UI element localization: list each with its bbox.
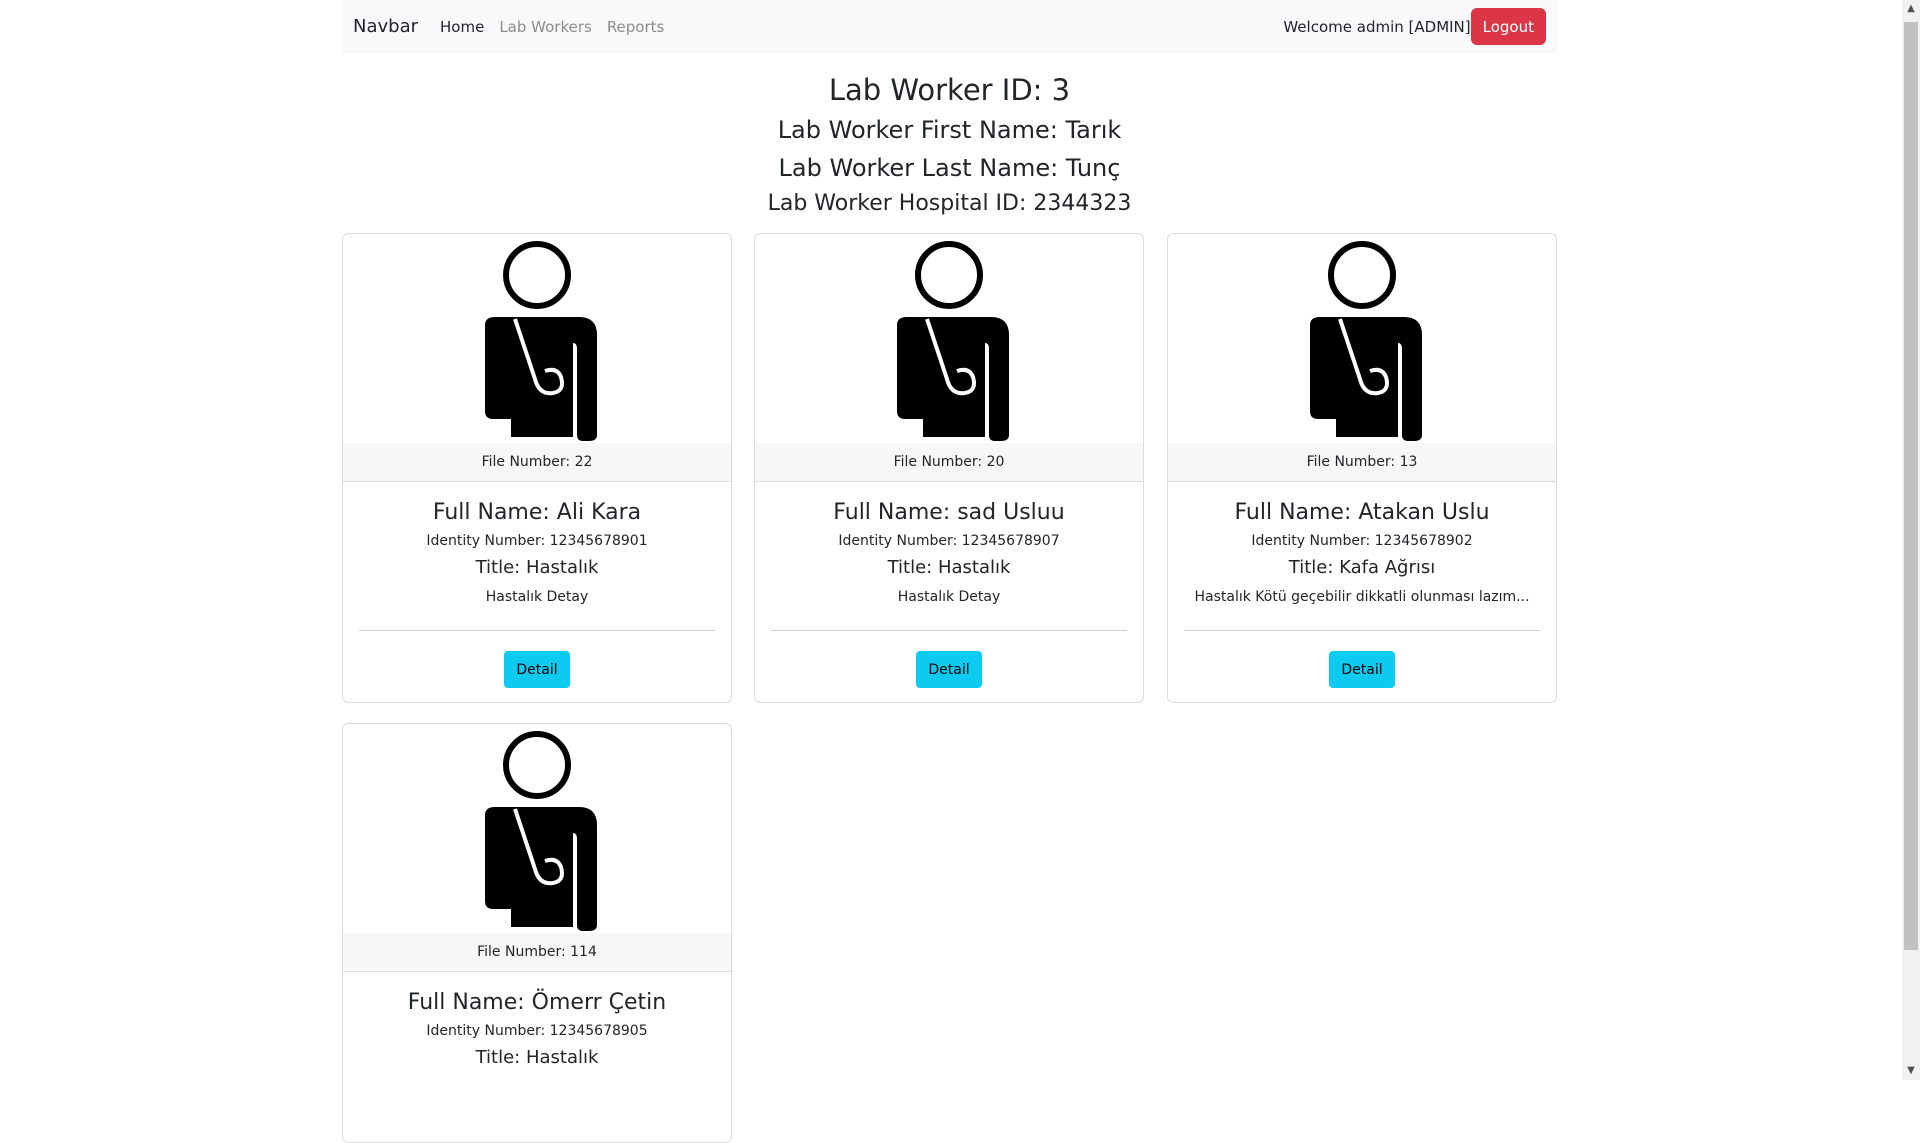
patient-title: Title: Hastalık — [475, 1047, 599, 1068]
page-container: Navbar Home Lab Workers Reports Welcome … — [342, 0, 1557, 1143]
card-body: Full Name: Ömerr Çetin Identity Number: … — [343, 972, 731, 1086]
card-divider — [771, 630, 1127, 631]
navbar: Navbar Home Lab Workers Reports Welcome … — [342, 0, 1557, 53]
logout-button[interactable]: Logout — [1470, 8, 1546, 45]
injured-person-icon — [897, 241, 1009, 441]
scroll-up-arrow-icon[interactable]: ▲ — [1902, 0, 1920, 18]
card-divider — [359, 630, 715, 631]
patient-full-name: Full Name: sad Usluu — [833, 500, 1065, 525]
patient-title: Title: Kafa Ağrısı — [1288, 557, 1436, 578]
lab-worker-id: Lab Worker ID: 3 — [828, 73, 1071, 107]
nav-link-home[interactable]: Home — [440, 18, 484, 36]
patient-full-name: Full Name: Ömerr Çetin — [407, 990, 667, 1015]
card-divider — [1184, 630, 1540, 631]
patient-full-name: Full Name: Ali Kara — [432, 500, 642, 525]
card-body: Full Name: Atakan Uslu Identity Number: … — [1168, 482, 1556, 702]
detail-button[interactable]: Detail — [504, 651, 570, 688]
patient-card: File Number: 20 Full Name: sad Usluu Ide… — [754, 233, 1144, 703]
patient-card: File Number: 22 Full Name: Ali Kara Iden… — [342, 233, 732, 703]
patient-full-name: Full Name: Atakan Uslu — [1234, 500, 1490, 525]
patient-title: Title: Hastalık — [887, 557, 1011, 578]
card-body: Full Name: sad Usluu Identity Number: 12… — [755, 482, 1143, 702]
navbar-brand[interactable]: Navbar — [353, 16, 418, 37]
vertical-scrollbar[interactable]: ▲ ▼ — [1902, 0, 1920, 1080]
patient-image — [1168, 234, 1556, 443]
injured-person-icon — [1310, 241, 1422, 441]
nav-link-lab-workers[interactable]: Lab Workers — [499, 18, 592, 36]
detail-button[interactable]: Detail — [1329, 651, 1395, 688]
patient-card: File Number: 114 Full Name: Ömerr Çetin … — [342, 723, 732, 1143]
nav-link-reports[interactable]: Reports — [607, 18, 665, 36]
patient-image — [343, 724, 731, 933]
patient-identity-number: Identity Number: 12345678902 — [1251, 533, 1473, 549]
scrollbar-thumb[interactable] — [1904, 22, 1918, 950]
patient-description: Hastalık Detay — [897, 589, 1001, 605]
file-number: File Number: 22 — [343, 443, 731, 482]
file-number: File Number: 114 — [343, 933, 731, 972]
lab-worker-info: Lab Worker ID: 3 Lab Worker First Name: … — [342, 69, 1557, 221]
patient-description: Hastalık Detay — [485, 589, 589, 605]
file-number: File Number: 13 — [1168, 443, 1556, 482]
detail-button[interactable]: Detail — [916, 651, 982, 688]
patient-image — [755, 234, 1143, 443]
file-number: File Number: 20 — [755, 443, 1143, 482]
welcome-text: Welcome admin [ADMIN] — [1283, 17, 1471, 36]
patient-description: Hastalık Kötü geçebilir dikkatli olunmas… — [1194, 589, 1530, 605]
patient-card-grid: File Number: 22 Full Name: Ali Kara Iden… — [342, 233, 1557, 1143]
lab-worker-hospital-id: Lab Worker Hospital ID: 2344323 — [767, 191, 1132, 216]
patient-title: Title: Hastalık — [475, 557, 599, 578]
card-body: Full Name: Ali Kara Identity Number: 123… — [343, 482, 731, 702]
patient-image — [343, 234, 731, 443]
lab-worker-last-name: Lab Worker Last Name: Tunç — [778, 154, 1121, 182]
patient-card: File Number: 13 Full Name: Atakan Uslu I… — [1167, 233, 1557, 703]
patient-identity-number: Identity Number: 12345678905 — [426, 1023, 648, 1039]
patient-identity-number: Identity Number: 12345678907 — [838, 533, 1060, 549]
lab-worker-first-name: Lab Worker First Name: Tarık — [777, 116, 1122, 144]
patient-identity-number: Identity Number: 12345678901 — [426, 533, 648, 549]
injured-person-icon — [485, 241, 597, 441]
scroll-down-arrow-icon[interactable]: ▼ — [1902, 1062, 1920, 1080]
injured-person-icon — [485, 731, 597, 931]
